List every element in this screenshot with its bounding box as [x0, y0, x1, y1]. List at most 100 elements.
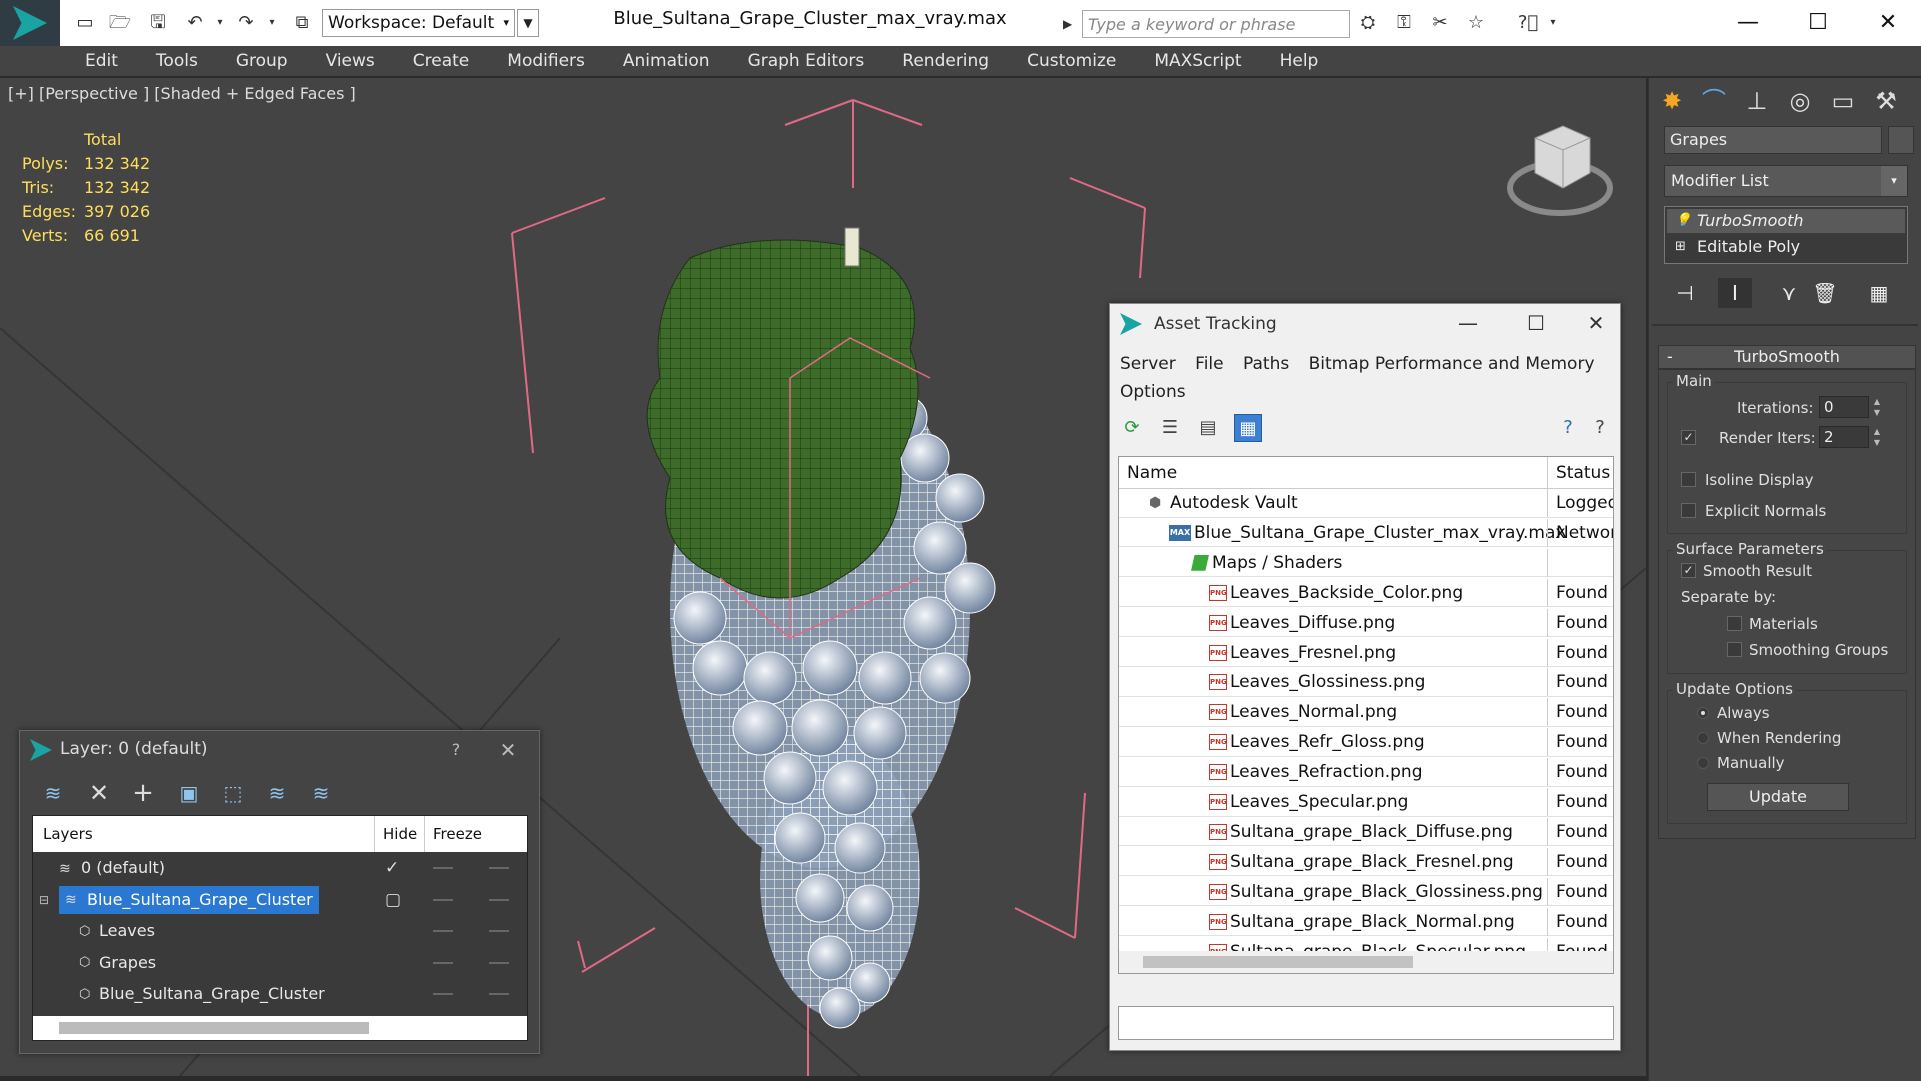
asset-row[interactable]: PNG Leaves_Diffuse.png Found [1119, 608, 1613, 638]
app-logo[interactable] [0, 0, 60, 46]
update-button[interactable]: Update [1707, 783, 1849, 811]
hide-toggle[interactable] [433, 898, 453, 901]
table-view-icon[interactable]: ▦ [1234, 414, 1262, 442]
configure-modifier-sets-icon[interactable]: ▦ [1862, 278, 1896, 308]
menu-rendering[interactable]: Rendering [883, 51, 1008, 71]
expand-plus-icon[interactable]: ⊞ [1675, 235, 1686, 259]
scrollbar-thumb[interactable] [59, 1022, 369, 1034]
vault-help-icon[interactable]: ? [1554, 414, 1582, 442]
asset-row[interactable]: PNG Sultana_grape_Black_Fresnel.png Found [1119, 847, 1613, 877]
asset-row[interactable]: PNG Leaves_Normal.png Found [1119, 698, 1613, 727]
asset-row[interactable]: PNG Leaves_Backside_Color.png Found [1119, 578, 1613, 608]
hide-toggle[interactable] [433, 993, 453, 995]
smooth-result-checkbox[interactable]: ✓ [1681, 563, 1696, 578]
menu-group[interactable]: Group [217, 51, 307, 71]
select-layer-icon[interactable]: ⬚ [218, 779, 248, 807]
asset-row[interactable]: PNG Leaves_Refr_Gloss.png Found [1119, 728, 1613, 757]
asset-row[interactable]: PNG Sultana_grape_Black_Normal.png Found [1119, 907, 1613, 937]
modifier-list-dropdown[interactable]: Modifier List ▾ [1664, 165, 1908, 197]
project-folder-icon[interactable]: ⧉ [290, 12, 314, 34]
remove-modifier-icon[interactable]: 🗑 [1808, 278, 1842, 308]
menu-graph-editors[interactable]: Graph Editors [729, 51, 884, 71]
smoothing-groups-checkbox[interactable] [1727, 642, 1742, 657]
redo-dropdown-icon[interactable]: ▾ [260, 12, 284, 34]
layer-row[interactable]: ≋ 0 (default) ✓ [33, 854, 527, 883]
pin-stack-icon[interactable]: ⊣ [1668, 278, 1702, 308]
delete-layer-icon[interactable]: ✕ [84, 779, 114, 807]
undo-dropdown-icon[interactable]: ▾ [208, 12, 232, 34]
col-freeze-header[interactable]: Freeze [424, 816, 527, 852]
hide-toggle[interactable] [433, 930, 453, 932]
show-end-result-icon[interactable]: Ⅰ [1718, 278, 1752, 308]
manually-radio[interactable] [1697, 757, 1709, 769]
help-dropdown-icon[interactable]: ▾ [1541, 12, 1565, 34]
new-layer-icon[interactable]: ≋ [38, 779, 68, 807]
menu-customize[interactable]: Customize [1008, 51, 1135, 71]
display-tab-icon[interactable]: ▭ [1826, 84, 1860, 118]
collapse-icon[interactable]: ⊟ [39, 886, 49, 914]
motion-tab-icon[interactable]: ◎ [1783, 84, 1817, 118]
thumbnail-view-icon[interactable]: ▤ [1194, 414, 1222, 442]
render-iters-checkbox[interactable]: ✓ [1681, 430, 1696, 445]
save-file-icon[interactable]: 🖫 [146, 12, 170, 34]
key-icon[interactable]: ⚿ [1392, 12, 1416, 34]
viewport-label[interactable]: [+] [Perspective ] [Shaded + Edged Faces… [8, 84, 356, 103]
open-file-icon[interactable]: 🗁 [108, 12, 132, 34]
asset-menu-server[interactable]: Server [1120, 354, 1176, 374]
maximize-button[interactable]: ☐ [1798, 6, 1838, 40]
asset-row[interactable]: PNG Leaves_Glossiness.png Found [1119, 668, 1613, 697]
col-name-header[interactable]: Name [1127, 457, 1177, 489]
current-layer-check-icon[interactable]: ✓ [385, 854, 399, 882]
redo-icon[interactable]: ↷ [234, 12, 258, 34]
favorites-star-icon[interactable]: ☆ [1464, 12, 1488, 34]
hide-toggle[interactable] [433, 867, 453, 869]
communication-center-icon[interactable]: ✂ [1428, 12, 1452, 34]
materials-checkbox[interactable] [1727, 616, 1742, 631]
utilities-tab-icon[interactable]: ⚒ [1869, 84, 1903, 118]
search-expand-icon[interactable]: ▶ [1063, 12, 1077, 36]
hide-toggle[interactable] [433, 961, 453, 964]
asset-row[interactable]: PNG Sultana_grape_Black_Diffuse.png Found [1119, 817, 1613, 847]
menu-animation[interactable]: Animation [604, 51, 729, 71]
minimize-button[interactable]: — [1728, 6, 1768, 40]
create-tab-icon[interactable]: ✸ [1655, 84, 1689, 118]
layer-close-button[interactable]: ✕ [488, 735, 528, 765]
asset-row[interactable]: MAX Blue_Sultana_Grape_Cluster_max_vray.m… [1119, 518, 1613, 548]
binoculars-icon[interactable]: ⛭ [1356, 12, 1380, 34]
help-icon[interactable]: ?⃝ [1516, 12, 1540, 34]
viewcube[interactable] [1507, 125, 1613, 216]
close-button[interactable]: ✕ [1868, 6, 1908, 40]
asset-minimize-button[interactable]: — [1448, 308, 1488, 338]
asset-menu-paths[interactable]: Paths [1243, 354, 1289, 374]
asset-row[interactable]: ⬢ Autodesk Vault Logged [1119, 489, 1613, 518]
menu-edit[interactable]: Edit [66, 51, 137, 71]
freeze-toggle[interactable] [489, 898, 509, 901]
freeze-toggle[interactable] [489, 993, 509, 995]
refresh-icon[interactable]: ⟳ [1118, 414, 1146, 442]
select-in-layer-icon[interactable]: ▣ [174, 779, 204, 807]
asset-row[interactable]: PNG Leaves_Specular.png Found [1119, 788, 1613, 817]
list-view-icon[interactable]: ☰ [1156, 414, 1184, 442]
col-layers-header[interactable]: Layers [43, 816, 93, 852]
spinner-arrows-icon[interactable]: ▲ ▼ [1871, 396, 1883, 418]
lightbulb-icon[interactable]: 💡 [1675, 209, 1691, 233]
layer-object-row[interactable]: ⬡ Blue_Sultana_Grape_Cluster [33, 980, 527, 1009]
menu-create[interactable]: Create [394, 51, 489, 71]
asset-row[interactable]: PNG Leaves_Fresnel.png Found [1119, 638, 1613, 667]
asset-horizontal-scrollbar[interactable] [1119, 951, 1613, 973]
render-iters-spinner[interactable]: 2 [1819, 426, 1869, 448]
asset-close-button[interactable]: ✕ [1576, 308, 1616, 338]
layer-object-row[interactable]: ⬡ Grapes [33, 949, 527, 978]
stack-item-turbosmooth[interactable]: 💡 TurboSmooth [1667, 209, 1905, 233]
add-to-layer-icon[interactable]: + [128, 779, 158, 807]
asset-menu-file[interactable]: File [1195, 354, 1223, 374]
layer-properties-icon[interactable]: ≋ [306, 779, 336, 807]
iterations-spinner[interactable]: 0 [1819, 396, 1869, 418]
new-file-icon[interactable]: ▭ [73, 12, 97, 34]
layer-row[interactable]: ≋ Blue_Sultana_Grape_Cluster ▢ ⊟ [33, 885, 527, 915]
menu-tools[interactable]: Tools [137, 51, 217, 71]
stack-item-editable-poly[interactable]: ⊞ Editable Poly [1667, 235, 1905, 259]
turbosmooth-rollout-header[interactable]: - TurboSmooth [1658, 345, 1916, 369]
hierarchy-tab-icon[interactable]: ⊥ [1740, 84, 1774, 118]
modify-tab-icon[interactable]: ⌒ [1697, 84, 1731, 118]
